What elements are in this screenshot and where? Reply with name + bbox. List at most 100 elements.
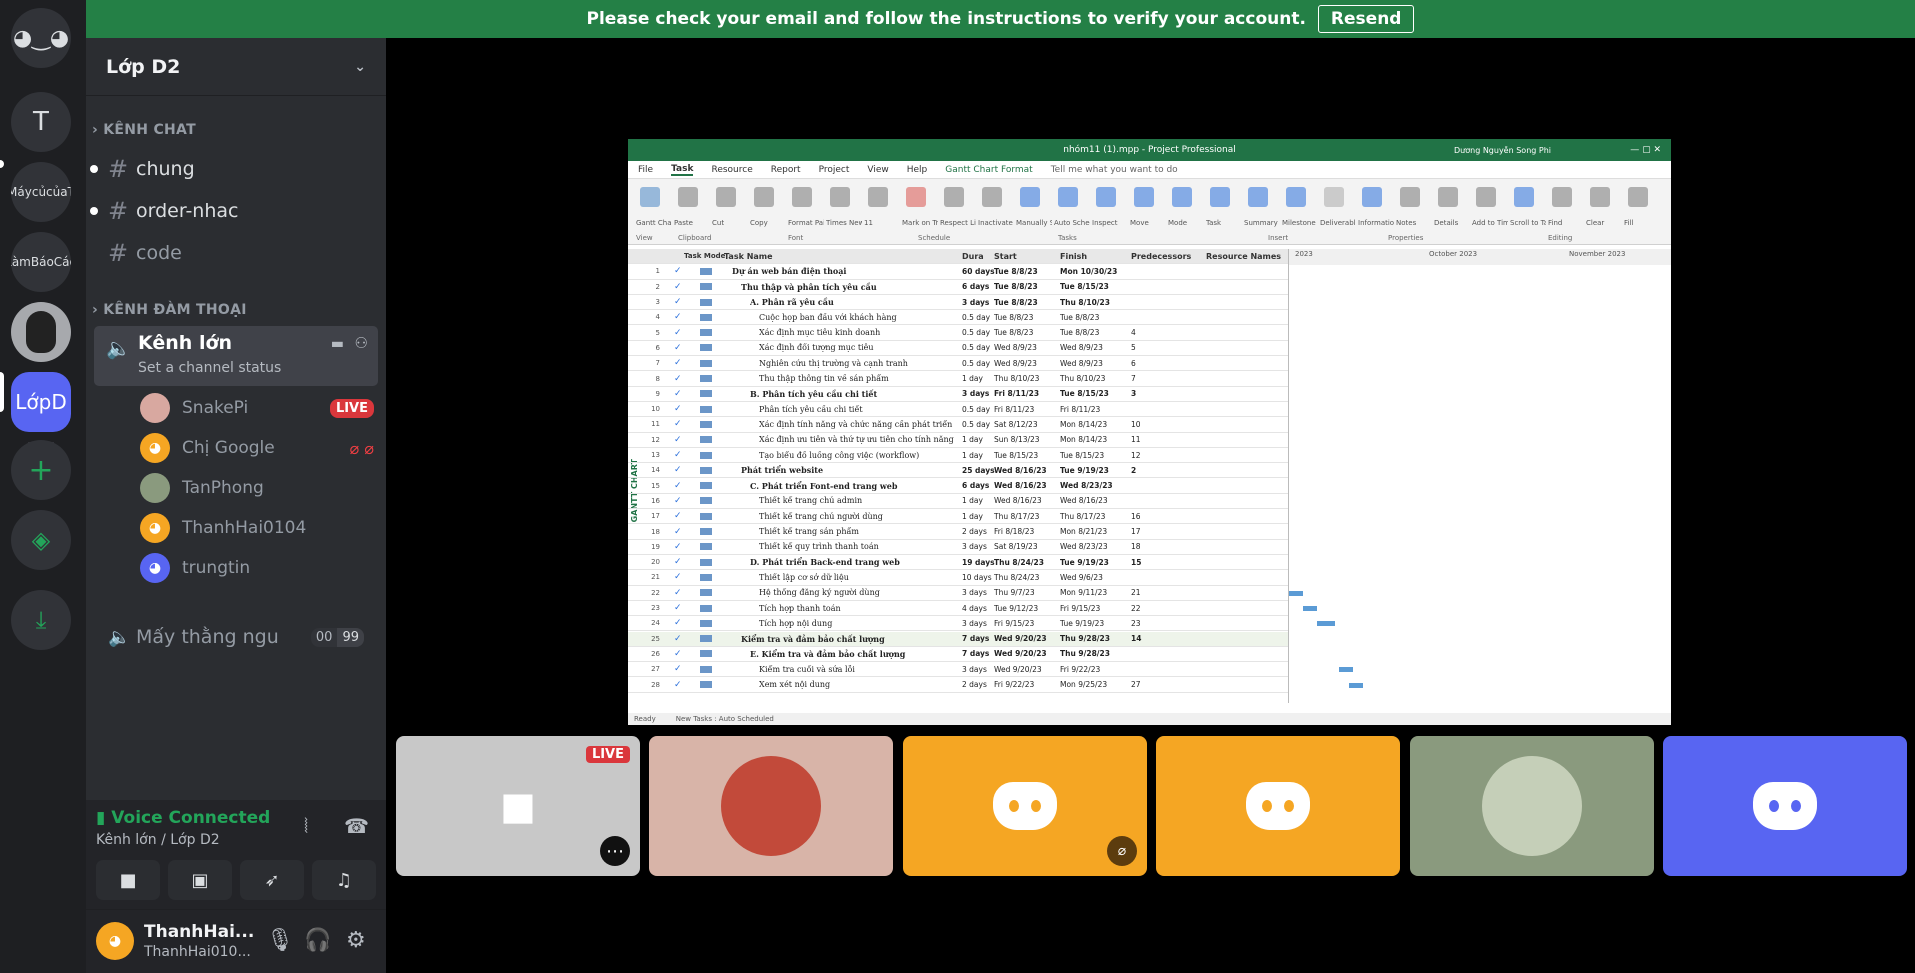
server-penguin[interactable] <box>11 302 71 362</box>
table-row[interactable]: 3 ✓ A. Phân rã yêu cầu 3 days Tue 8/8/23 Thu … <box>628 295 1288 311</box>
ribbon-button[interactable]: Copy <box>750 219 786 227</box>
ribbon-button[interactable]: Mark on Track <box>902 219 938 227</box>
ribbon-button[interactable]: Find <box>1548 219 1584 227</box>
channel-order-nhac[interactable]: # order-nhac <box>90 192 378 230</box>
soundboard-button[interactable]: ♫ <box>312 860 376 900</box>
column-header[interactable]: Predecessors <box>1131 252 1191 261</box>
screen-share-button[interactable]: ▣ <box>168 860 232 900</box>
server-t[interactable]: T <box>11 92 71 152</box>
ribbon-button[interactable]: Inactivate <box>978 219 1014 227</box>
invite-icon[interactable]: ⚇ <box>355 334 368 352</box>
table-row[interactable]: 1 ✓ Dự án web bán điện thoại 60 days Tue 8/8… <box>628 264 1288 280</box>
server-lambaocao[interactable]: LàmBáoCáo <box>11 232 71 292</box>
voice-user[interactable]: ◕ Chị Google ⌀ ⌀ <box>140 430 380 466</box>
table-row[interactable]: 27 ✓ Kiểm tra cuối và sửa lỗi 3 days Wed 9/2… <box>628 662 1288 678</box>
table-row[interactable]: 11 ✓ Xác định tính năng và chức năng cần p… <box>628 417 1288 433</box>
column-header[interactable]: Finish <box>1060 252 1087 261</box>
table-row[interactable]: 18 ✓ Thiết kế trang sản phẩm 2 days Fri 8/18… <box>628 524 1288 540</box>
ribbon-button[interactable]: Gantt Chart <box>636 219 672 227</box>
participant-tile[interactable] <box>1156 736 1400 876</box>
gear-icon[interactable]: ⚙ <box>346 928 366 953</box>
table-row[interactable]: 9 ✓ B. Phân tích yêu cầu chi tiết 3 days Fri… <box>628 387 1288 402</box>
ribbon-button[interactable]: Deliverable <box>1320 219 1356 227</box>
ribbon-button[interactable]: Inspect <box>1092 219 1128 227</box>
voice-channel-may-thang-ngu[interactable]: 🔈 Mấy thằng ngu 00 99 <box>94 618 378 656</box>
ribbon-button[interactable]: Manually Schedule <box>1016 219 1052 227</box>
ribbon-button[interactable]: Cut <box>712 219 748 227</box>
ribbon-button[interactable]: Format Painter <box>788 219 824 227</box>
table-row[interactable]: 14 ✓ Phát triển website 25 days Wed 8/16/23 T… <box>628 463 1288 479</box>
gantt-bar[interactable] <box>1317 621 1335 627</box>
guild-header[interactable]: Lớp D2 ⌄ <box>86 38 386 96</box>
column-header[interactable]: Dura <box>962 252 984 261</box>
table-row[interactable]: 6 ✓ Xác định đối tượng mục tiêu 0.5 day Wed … <box>628 341 1288 357</box>
column-header[interactable]: Start <box>994 252 1017 261</box>
voice-location[interactable]: Kênh lớn / Lớp D2 <box>96 832 220 848</box>
ribbon-tab[interactable]: Resource <box>711 165 752 175</box>
table-row[interactable]: 2 ✓ Thu thập và phân tích yêu cầu 6 days Tue… <box>628 280 1288 295</box>
table-row[interactable]: 26 ✓ E. Kiểm tra và đảm bảo chất lượng 7 da… <box>628 647 1288 663</box>
user-display-name[interactable]: ThanhHai... <box>144 922 254 942</box>
ribbon-button[interactable]: Milestone <box>1282 219 1318 227</box>
ribbon-tab[interactable]: Help <box>907 165 928 175</box>
ribbon-button[interactable]: Times New Ro <box>826 219 862 227</box>
ribbon-button[interactable]: Paste <box>674 219 710 227</box>
headphones-icon[interactable]: 🎧 <box>304 928 331 953</box>
status-new-tasks[interactable]: New Tasks : Auto Scheduled <box>676 715 774 723</box>
table-row[interactable]: 19 ✓ Thiết kế quy trình thanh toán 3 days Sa… <box>628 540 1288 555</box>
voice-status[interactable]: ▮ Voice Connected <box>96 808 270 828</box>
ribbon-button[interactable]: Mode <box>1168 219 1204 227</box>
task-grid[interactable]: Task Mode Task Name Dura Start Finish Pr… <box>628 249 1288 703</box>
screen-share-view[interactable]: nhóm11 (1).mpp - Project Professional Dư… <box>628 139 1671 725</box>
server-maycuacua[interactable]: MáycủcủaT <box>11 162 71 222</box>
server-lopd2[interactable]: LớpD <box>11 372 71 432</box>
gantt-bar[interactable] <box>1303 606 1317 612</box>
ribbon-button[interactable]: Auto Schedule <box>1054 219 1090 227</box>
ribbon-button[interactable]: Move <box>1130 219 1166 227</box>
gantt-bar[interactable] <box>1349 682 1363 688</box>
home-button[interactable]: ◕‿◕ <box>11 8 71 68</box>
column-header[interactable]: Task Name <box>724 252 773 261</box>
category-voice[interactable]: › KÊNH ĐÀM THOẠI <box>92 302 247 318</box>
disconnect-icon[interactable]: ☎ <box>344 814 369 838</box>
download-apps-button[interactable]: ⤓ <box>11 590 71 650</box>
ribbon-button[interactable]: 11 <box>864 219 900 227</box>
chat-icon[interactable]: ▬ <box>331 336 344 352</box>
ribbon-tab[interactable]: View <box>867 165 888 175</box>
table-row[interactable]: 5 ✓ Xác định mục tiêu kinh doanh 0.5 day Tue… <box>628 326 1288 341</box>
table-row[interactable]: 8 ✓ Thu thập thông tin về sản phẩm 1 day Thu… <box>628 371 1288 387</box>
channel-code[interactable]: # code <box>94 234 378 272</box>
channel-chung[interactable]: # chung <box>90 150 378 188</box>
ribbon-button[interactable]: Summary <box>1244 219 1280 227</box>
ribbon-tab[interactable]: Task <box>671 164 694 176</box>
ribbon-button[interactable]: Details <box>1434 219 1470 227</box>
participant-tile[interactable]: ⌀ <box>903 736 1147 876</box>
table-row[interactable]: 20 ✓ D. Phát triển Back-end trang web 19 da… <box>628 555 1288 571</box>
activity-button[interactable]: ➶ <box>240 860 304 900</box>
noise-suppression-icon[interactable]: ⦚ <box>304 814 308 838</box>
ribbon-tab[interactable]: Gantt Chart Format <box>945 165 1032 175</box>
camera-button[interactable]: ■ <box>96 860 160 900</box>
more-options-icon[interactable]: ⋯ <box>600 836 630 866</box>
resend-button[interactable]: Resend <box>1317 5 1415 33</box>
table-row[interactable]: 21 ✓ Thiết lập cơ sở dữ liệu 10 days Thu 8/2… <box>628 570 1288 586</box>
table-row[interactable]: 12 ✓ Xác định ưu tiên và thứ tự ưu tiên ch… <box>628 433 1288 448</box>
ribbon-tab[interactable]: File <box>638 165 653 175</box>
table-row[interactable]: 16 ✓ Thiết kế trang chủ admin 1 day Wed 8/16… <box>628 494 1288 510</box>
table-row[interactable]: 17 ✓ Thiết kế trang chủ người dùng 1 day Thu… <box>628 509 1288 525</box>
ribbon-button[interactable]: Scroll to Task <box>1510 219 1546 227</box>
ribbon-button[interactable]: Notes <box>1396 219 1432 227</box>
ribbon-button[interactable]: Clear <box>1586 219 1622 227</box>
table-row[interactable]: 10 ✓ Phân tích yêu cầu chi tiết 0.5 day Fri … <box>628 402 1288 418</box>
window-controls[interactable]: — ▢ ✕ <box>1630 145 1661 155</box>
mic-icon[interactable]: 🎙 <box>266 928 294 953</box>
ribbon-tab[interactable]: Report <box>771 165 801 175</box>
column-header[interactable]: Task Mode <box>684 252 725 260</box>
participant-tile[interactable] <box>1410 736 1654 876</box>
gantt-chart[interactable]: 2023 October 2023 November 2023 <box>1288 249 1671 703</box>
column-header[interactable]: Resource Names <box>1206 252 1281 261</box>
voice-user[interactable]: SnakePi LIVE <box>140 390 380 426</box>
table-row[interactable]: 24 ✓ Tích hợp nội dung 3 days Fri 9/15/23 Tue… <box>628 616 1288 632</box>
ribbon-button[interactable]: Task <box>1206 219 1242 227</box>
gantt-bar[interactable] <box>1339 667 1353 673</box>
